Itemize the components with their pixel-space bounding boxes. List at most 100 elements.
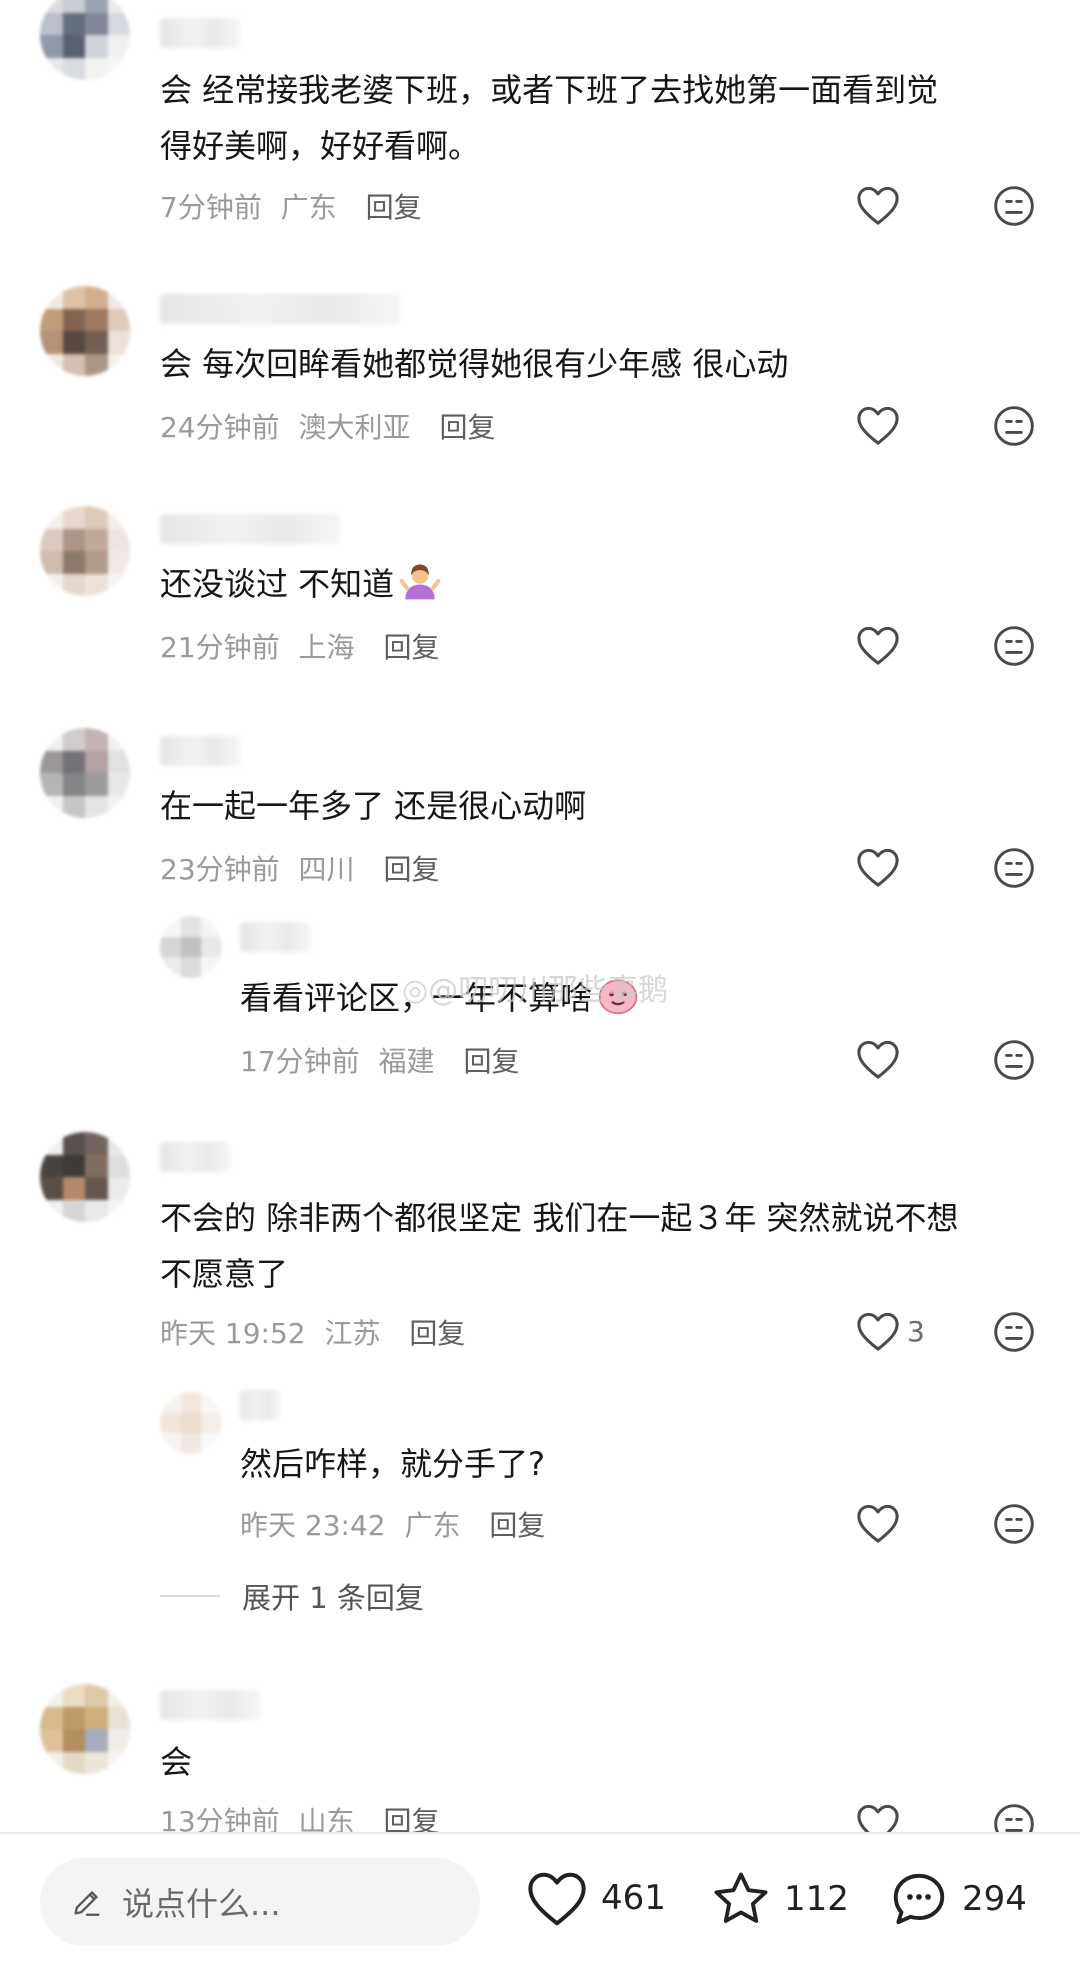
avatar[interactable] — [40, 506, 130, 596]
comment-text: 看看评论区，一年不算啥 — [240, 970, 640, 1026]
username-blurred[interactable] — [160, 18, 240, 48]
comment-meta: 23分钟前 四川 回复 — [160, 848, 439, 888]
heart-icon — [857, 1504, 899, 1543]
avatar[interactable] — [40, 286, 130, 376]
comment-time: 23分钟前 — [160, 853, 280, 886]
comment-time: 昨天 23:42 — [240, 1509, 386, 1542]
dislike-face-icon[interactable] — [992, 1502, 1036, 1546]
comment-bubble-icon — [893, 1873, 945, 1925]
comment-item: 会 13分钟前 山东 回复 — [0, 1668, 1080, 1844]
comment-time: 21分钟前 — [160, 631, 280, 664]
comment-text: 然后咋样，就分手了? — [240, 1445, 545, 1483]
username-blurred[interactable] — [160, 1142, 230, 1172]
reply-button[interactable]: 回复 — [383, 853, 439, 886]
like-button[interactable] — [855, 404, 901, 446]
comment-text: 还没谈过 不知道 — [160, 556, 442, 612]
reply-button[interactable]: 回复 — [383, 631, 439, 664]
comment-item: 在一起一年多了 还是很心动啊 23分钟前 四川 回复 — [0, 712, 1080, 892]
pink-character-emoji — [598, 979, 638, 1015]
reply-button[interactable]: 回复 — [463, 1045, 519, 1078]
dislike-face-icon[interactable] — [992, 404, 1036, 448]
comment-input[interactable]: 说点什么... — [40, 1858, 480, 1946]
comment-item: 不会的 除非两个都很坚定 我们在一起３年 突然就说不想 不愿意了 昨天 19:5… — [0, 1120, 1080, 1360]
dislike-face-icon[interactable] — [992, 846, 1036, 890]
comment-text-body: 还没谈过 不知道 — [160, 565, 395, 603]
comment-item: 会 经常接我老婆下班，或者下班了去找她第一面看到觉 得好美啊，好好看啊。 7分钟… — [0, 0, 1080, 226]
comment-time: 17分钟前 — [240, 1045, 360, 1078]
username-blurred[interactable] — [160, 736, 240, 766]
reply-button[interactable]: 回复 — [489, 1509, 545, 1542]
heart-icon — [857, 406, 899, 445]
reply-button[interactable]: 回复 — [439, 411, 495, 444]
avatar[interactable] — [40, 0, 130, 80]
reply-item: 然后咋样，就分手了? 昨天 23:42 广东 回复 — [0, 1380, 1080, 1560]
comment-count: 294 — [962, 1879, 1027, 1919]
divider — [160, 1595, 220, 1597]
comment-meta: 昨天 19:52 江苏 回复 — [160, 1312, 465, 1352]
avatar[interactable] — [40, 1684, 130, 1774]
reply-item: 看看评论区，一年不算啥 17分钟前 福建 回复 — [0, 900, 1080, 1080]
like-button[interactable] — [855, 846, 901, 888]
comment-meta: 7分钟前 广东 回复 — [160, 186, 422, 226]
comment-input-placeholder: 说点什么... — [122, 1885, 281, 1923]
comment-text: 不会的 除非两个都很坚定 我们在一起３年 突然就说不想 — [160, 1199, 959, 1237]
comment-text: 在一起一年多了 还是很心动啊 — [160, 787, 587, 825]
comment-item: 还没谈过 不知道 21分钟前 上海 回复 — [0, 490, 1080, 680]
favorite-button[interactable]: 112 — [710, 1868, 849, 1930]
username-blurred[interactable] — [240, 922, 310, 952]
comment-item: 会 每次回眸看她都觉得她很有少年感 很心动 24分钟前 澳大利亚 回复 — [0, 270, 1080, 460]
like-count: 3 — [907, 1314, 925, 1348]
pencil-icon — [74, 1891, 100, 1916]
comment-location: 福建 — [378, 1045, 435, 1078]
heart-icon — [857, 1040, 899, 1079]
comments-button[interactable]: 294 — [888, 1868, 1027, 1930]
dislike-face-icon[interactable] — [992, 184, 1036, 228]
star-icon — [714, 1872, 768, 1923]
comment-time: 24分钟前 — [160, 411, 280, 444]
comment-meta: 21分钟前 上海 回复 — [160, 626, 439, 666]
reply-button[interactable]: 回复 — [366, 191, 422, 224]
comment-text: 会 经常接我老婆下班，或者下班了去找她第一面看到觉 — [160, 71, 939, 109]
comment-meta: 17分钟前 福建 回复 — [240, 1040, 519, 1080]
username-blurred[interactable] — [240, 1390, 280, 1420]
like-post-button[interactable]: 461 — [525, 1868, 666, 1928]
comment-time: 昨天 19:52 — [160, 1317, 306, 1350]
heart-icon — [857, 848, 899, 887]
avatar[interactable] — [40, 1132, 130, 1222]
like-button[interactable] — [855, 1038, 901, 1080]
dislike-face-icon[interactable] — [992, 624, 1036, 668]
bottom-action-bar: 说点什么... 461 112 294 — [0, 1832, 1080, 1969]
comment-meta: 昨天 23:42 广东 回复 — [240, 1504, 545, 1544]
comment-text-body: 看看评论区，一年不算啥 — [240, 979, 593, 1017]
like-button[interactable] — [855, 624, 901, 666]
shrugging-woman-emoji — [399, 564, 441, 600]
like-button[interactable]: 3 — [855, 1310, 925, 1352]
comment-location: 广东 — [404, 1509, 461, 1542]
username-blurred[interactable] — [160, 294, 400, 324]
heart-icon — [857, 1312, 899, 1351]
reply-button[interactable]: 回复 — [409, 1317, 465, 1350]
heart-icon — [857, 186, 899, 225]
comment-text: 得好美啊，好好看啊。 — [160, 127, 481, 165]
dislike-face-icon[interactable] — [992, 1310, 1036, 1354]
username-blurred[interactable] — [160, 514, 340, 544]
like-button[interactable] — [855, 184, 901, 226]
favorite-count: 112 — [784, 1879, 849, 1919]
comment-text: 不愿意了 — [160, 1255, 289, 1293]
comment-text: 会 每次回眸看她都觉得她很有少年感 很心动 — [160, 345, 789, 383]
comment-meta: 24分钟前 澳大利亚 回复 — [160, 406, 495, 446]
comment-location: 江苏 — [324, 1317, 381, 1350]
comment-location: 广东 — [280, 191, 337, 224]
comment-location: 上海 — [298, 631, 355, 664]
dislike-face-icon[interactable] — [992, 1038, 1036, 1082]
comment-location: 四川 — [298, 853, 355, 886]
like-count: 461 — [601, 1878, 666, 1918]
expand-replies-button[interactable]: 展开 1 条回复 — [160, 1575, 424, 1617]
avatar[interactable] — [40, 728, 130, 818]
avatar[interactable] — [160, 916, 222, 978]
username-blurred[interactable] — [160, 1690, 260, 1720]
avatar[interactable] — [160, 1392, 222, 1454]
like-button[interactable] — [855, 1502, 901, 1544]
comment-location: 澳大利亚 — [298, 411, 411, 444]
expand-replies-label: 展开 1 条回复 — [242, 1581, 424, 1615]
